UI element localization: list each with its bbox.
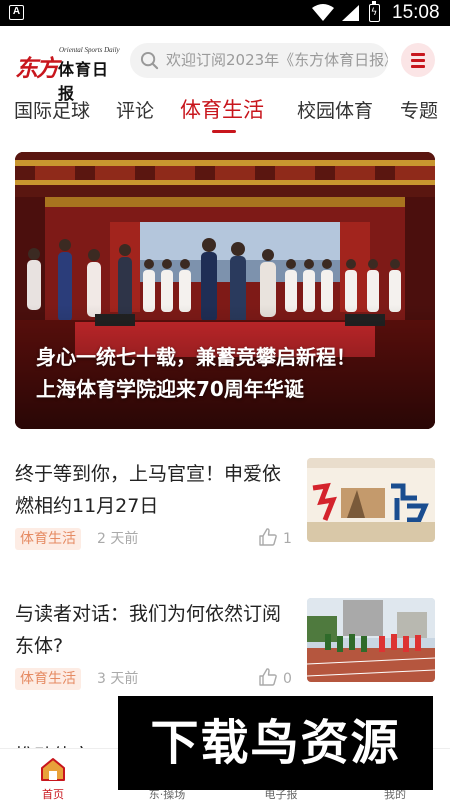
thumbs-up-icon[interactable] <box>258 527 278 547</box>
like-count: 1 <box>283 531 292 547</box>
nav-label: 首页 <box>42 788 64 800</box>
notification-icon: A <box>9 5 24 20</box>
signal-icon <box>342 5 359 21</box>
watermark-text: 下载鸟资源 <box>150 715 401 771</box>
battery-icon: ϟ <box>369 1 380 22</box>
shanghai-marathon-poster <box>307 458 435 542</box>
wifi-icon <box>312 4 334 21</box>
like-count: 0 <box>283 671 292 687</box>
hero-article-card[interactable]: 身心一统七十载，兼蓄竞攀启新程！ 上海体育学院迎来70周年华诞 <box>15 152 435 429</box>
news-title: 与读者对话：我们为何依然订阅东体? <box>15 603 282 657</box>
tab-commentary[interactable]: 评论 <box>116 96 154 123</box>
news-title: 终于等到你，上马官宣！申爱依燃相约11月27日 <box>15 463 282 517</box>
status-time: 15:08 <box>392 2 440 23</box>
nav-home[interactable]: 首页 <box>8 749 98 800</box>
app-logo: 东方 Oriental Sports Daily 体育日报 <box>15 43 123 103</box>
news-category-tag: 体育生活 <box>15 528 81 550</box>
news-time: 2 天前 <box>97 531 139 547</box>
runners-on-track-photo <box>307 598 435 682</box>
search-icon <box>140 51 159 70</box>
news-time: 3 天前 <box>97 671 139 687</box>
logo-red-text: 东方 <box>15 55 59 82</box>
news-item[interactable]: 与读者对话：我们为何依然订阅东体? 体育生活 3 天前 0 <box>15 598 435 690</box>
news-item[interactable]: 终于等到你，上马官宣！申爱依燃相约11月27日 体育生活 2 天前 1 <box>15 458 435 550</box>
search-placeholder: 欢迎订阅2023年《东方体育日报》 <box>166 51 388 69</box>
home-icon <box>41 758 65 781</box>
tab-sports-life[interactable]: 体育生活 <box>180 94 264 124</box>
hero-title: 身心一统七十载，兼蓄竞攀启新程！ 上海体育学院迎来70周年华诞 <box>36 341 356 405</box>
watermark-banner: 下载鸟资源 <box>118 696 433 790</box>
app-header: 东方 Oriental Sports Daily 体育日报 欢迎订阅2023年《… <box>0 26 450 103</box>
status-bar: A ϟ 15:08 <box>0 0 450 26</box>
tab-campus-sports[interactable]: 校园体育 <box>297 96 373 123</box>
hero-title-line1: 身心一统七十载，兼蓄竞攀启新程！ <box>36 345 356 369</box>
tab-international-football[interactable]: 国际足球 <box>14 96 90 123</box>
tab-specials[interactable]: 专题 <box>400 96 438 123</box>
search-bar[interactable]: 欢迎订阅2023年《东方体育日报》 <box>130 43 388 78</box>
hero-title-line2: 上海体育学院迎来70周年华诞 <box>36 377 304 401</box>
logo-english-text: Oriental Sports Daily <box>59 46 120 54</box>
thumbs-up-icon[interactable] <box>258 667 278 687</box>
active-tab-indicator <box>212 130 236 133</box>
news-category-tag: 体育生活 <box>15 668 81 690</box>
category-tabs: 国际足球 评论 体育生活 校园体育 专题 <box>0 92 450 138</box>
hamburger-menu-icon[interactable] <box>401 43 435 77</box>
